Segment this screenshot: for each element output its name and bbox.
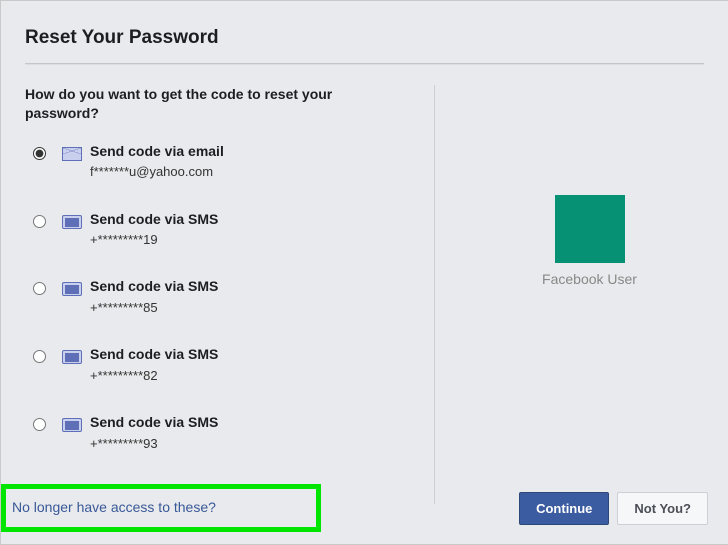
option-sub: +*********85 <box>90 298 218 318</box>
phone-icon <box>62 282 82 296</box>
phone-icon <box>62 350 82 364</box>
phone-icon <box>62 418 82 432</box>
option-label: Send code via SMS +*********82 <box>90 344 218 386</box>
option-label: Send code via SMS +*********19 <box>90 209 218 251</box>
option-sub: +*********19 <box>90 230 218 250</box>
not-you-button[interactable]: Not You? <box>617 492 708 525</box>
option-label: Send code via SMS +*********93 <box>90 412 218 454</box>
divider <box>25 63 704 65</box>
continue-button[interactable]: Continue <box>519 492 609 525</box>
question-text: How do you want to get the code to reset… <box>25 85 355 123</box>
option-sub: +*********93 <box>90 434 218 454</box>
reset-password-card: Reset Your Password How do you want to g… <box>0 0 728 545</box>
option-sub: +*********82 <box>90 366 218 386</box>
options-panel: How do you want to get the code to reset… <box>25 85 435 504</box>
body: How do you want to get the code to reset… <box>1 71 728 504</box>
mail-icon <box>62 147 82 161</box>
phone-icon <box>62 215 82 229</box>
radio-sms-2[interactable] <box>33 282 46 295</box>
user-panel: Facebook User <box>435 85 704 504</box>
page-title: Reset Your Password <box>1 1 728 63</box>
option-email[interactable]: Send code via email f*******u@yahoo.com <box>25 141 416 183</box>
radio-sms-3[interactable] <box>33 350 46 363</box>
radio-email[interactable] <box>33 147 46 160</box>
footer: No longer have access to these? Continue… <box>1 472 728 544</box>
user-name: Facebook User <box>542 271 637 287</box>
options-list: Send code via email f*******u@yahoo.com … <box>25 141 416 454</box>
option-sms-1[interactable]: Send code via SMS +*********19 <box>25 209 416 251</box>
option-sub: f*******u@yahoo.com <box>90 162 224 182</box>
radio-sms-1[interactable] <box>33 215 46 228</box>
no-access-link[interactable]: No longer have access to these? <box>12 499 216 515</box>
option-label: Send code via email f*******u@yahoo.com <box>90 141 224 183</box>
avatar <box>555 195 625 263</box>
option-label: Send code via SMS +*********85 <box>90 276 218 318</box>
option-sms-2[interactable]: Send code via SMS +*********85 <box>25 276 416 318</box>
radio-sms-4[interactable] <box>33 418 46 431</box>
button-group: Continue Not You? <box>519 492 708 525</box>
no-access-highlight: No longer have access to these? <box>1 484 321 532</box>
option-sms-4[interactable]: Send code via SMS +*********93 <box>25 412 416 454</box>
option-sms-3[interactable]: Send code via SMS +*********82 <box>25 344 416 386</box>
